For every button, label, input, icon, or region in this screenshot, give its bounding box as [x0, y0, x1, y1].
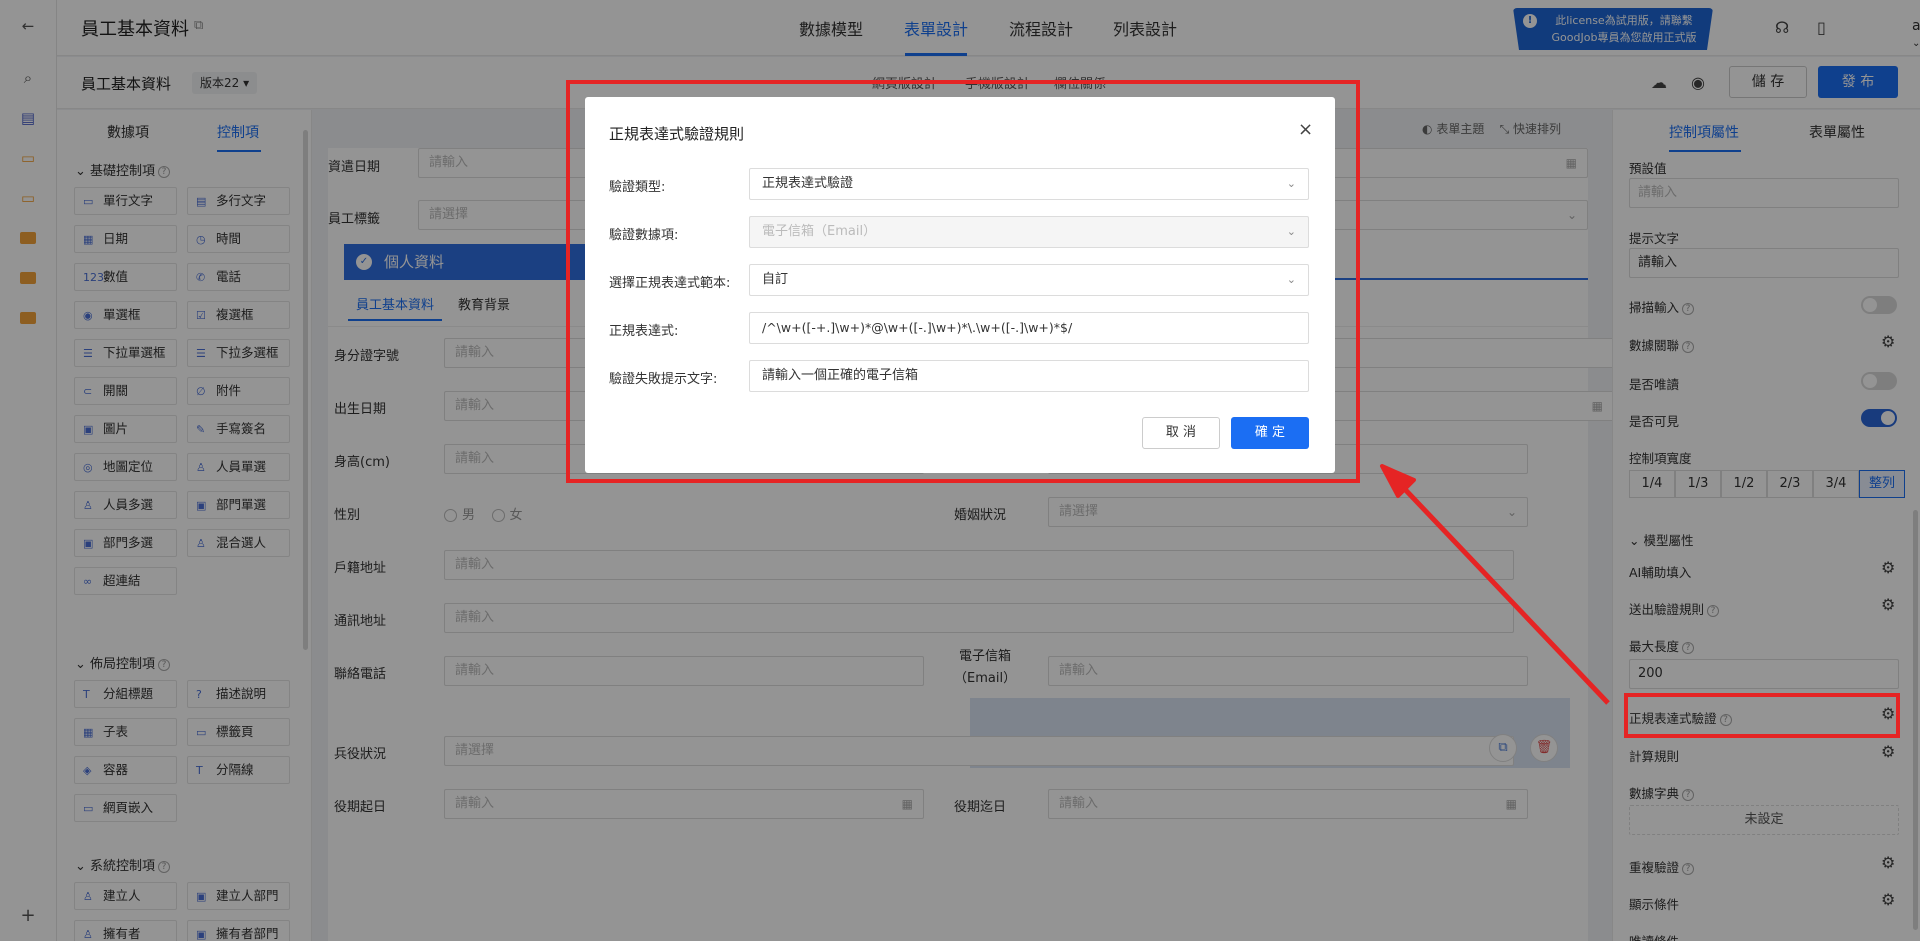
annotation-box-dialog [566, 80, 1360, 483]
annotation-box-regex-setting [1624, 693, 1900, 738]
